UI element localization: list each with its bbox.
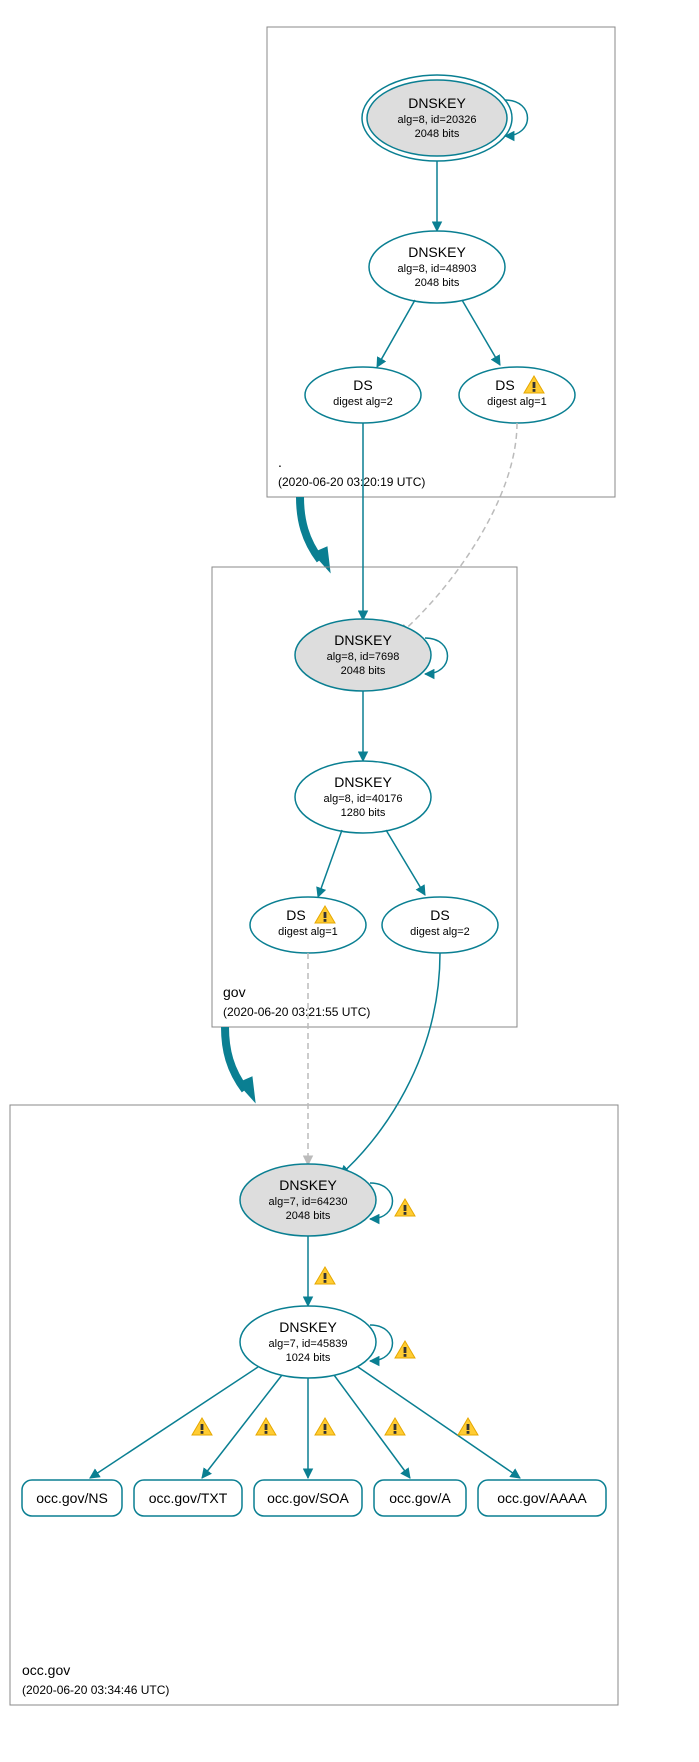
svg-text:alg=8, id=20326: alg=8, id=20326 — [398, 114, 477, 126]
warning-icon — [395, 1199, 415, 1216]
svg-text:DNSKEY: DNSKEY — [334, 632, 392, 648]
edge-gov-zsk-ds1 — [318, 830, 342, 897]
warning-icon — [192, 1418, 212, 1435]
svg-text:1280 bits: 1280 bits — [341, 807, 386, 819]
svg-text:alg=8, id=48903: alg=8, id=48903 — [398, 263, 477, 275]
zone-occ-label: occ.gov — [22, 1662, 70, 1678]
svg-text:digest alg=2: digest alg=2 — [410, 926, 470, 938]
svg-text:digest alg=1: digest alg=1 — [278, 926, 338, 938]
svg-text:2048 bits: 2048 bits — [415, 128, 460, 140]
root-ds2-node: DS digest alg=2 — [305, 367, 421, 423]
zone-root-label: . — [278, 454, 282, 470]
svg-text:digest alg=1: digest alg=1 — [487, 396, 547, 408]
edge-zsk-aaaa — [358, 1367, 520, 1478]
warning-icon — [458, 1418, 478, 1435]
edge-zsk-ns — [90, 1367, 258, 1478]
svg-text:2048 bits: 2048 bits — [286, 1210, 331, 1222]
warning-icon — [315, 1418, 335, 1435]
zone-gov-label: gov — [223, 984, 246, 1000]
edge-govds2-occksk — [340, 953, 440, 1175]
svg-text:DNSKEY: DNSKEY — [408, 95, 466, 111]
svg-text:DNSKEY: DNSKEY — [279, 1319, 337, 1335]
edge-root-zsk-ds2 — [377, 300, 415, 367]
warning-icon — [256, 1418, 276, 1435]
warning-icon — [385, 1418, 405, 1435]
zone-arrow-root-gov — [300, 497, 320, 560]
root-ksk-node: DNSKEY alg=8, id=20326 2048 bits — [362, 75, 512, 161]
gov-ksk-node: DNSKEY alg=8, id=7698 2048 bits — [295, 619, 431, 691]
svg-text:DS: DS — [495, 377, 514, 393]
svg-text:alg=8, id=7698: alg=8, id=7698 — [327, 651, 400, 663]
warning-icon — [315, 1267, 335, 1284]
svg-text:occ.gov/SOA: occ.gov/SOA — [267, 1490, 349, 1506]
rrset-a: occ.gov/A — [374, 1480, 466, 1516]
occ-zsk-node: DNSKEY alg=7, id=45839 1024 bits — [240, 1306, 376, 1378]
root-ds1-node: DS digest alg=1 — [459, 367, 575, 423]
zone-gov-timestamp: (2020-06-20 03:21:55 UTC) — [223, 1005, 370, 1019]
zone-arrow-gov-occ — [225, 1027, 245, 1090]
rrset-ns: occ.gov/NS — [22, 1480, 122, 1516]
svg-text:1024 bits: 1024 bits — [286, 1352, 331, 1364]
rrset-txt: occ.gov/TXT — [134, 1480, 242, 1516]
occ-ksk-node: DNSKEY alg=7, id=64230 2048 bits — [240, 1164, 376, 1236]
gov-zsk-node: DNSKEY alg=8, id=40176 1280 bits — [295, 761, 431, 833]
edge-gov-zsk-ds2 — [386, 830, 425, 895]
svg-text:DNSKEY: DNSKEY — [334, 774, 392, 790]
edge-ds1-govksk — [400, 423, 517, 634]
rrset-soa: occ.gov/SOA — [254, 1480, 362, 1516]
svg-text:2048 bits: 2048 bits — [415, 277, 460, 289]
svg-text:occ.gov/NS: occ.gov/NS — [36, 1490, 108, 1506]
zone-root-timestamp: (2020-06-20 03:20:19 UTC) — [278, 475, 425, 489]
svg-text:alg=7, id=64230: alg=7, id=64230 — [269, 1196, 348, 1208]
svg-text:2048 bits: 2048 bits — [341, 665, 386, 677]
svg-text:occ.gov/A: occ.gov/A — [389, 1490, 451, 1506]
svg-text:DNSKEY: DNSKEY — [408, 244, 466, 260]
svg-text:occ.gov/AAAA: occ.gov/AAAA — [497, 1490, 587, 1506]
rrset-aaaa: occ.gov/AAAA — [478, 1480, 606, 1516]
svg-text:DNSKEY: DNSKEY — [279, 1177, 337, 1193]
svg-text:DS: DS — [430, 907, 449, 923]
gov-ds1-node: DS digest alg=1 — [250, 897, 366, 953]
svg-text:alg=8, id=40176: alg=8, id=40176 — [324, 793, 403, 805]
svg-text:DS: DS — [286, 907, 305, 923]
zone-occ-timestamp: (2020-06-20 03:34:46 UTC) — [22, 1683, 169, 1697]
svg-text:alg=7, id=45839: alg=7, id=45839 — [269, 1338, 348, 1350]
svg-text:DS: DS — [353, 377, 372, 393]
gov-ds2-node: DS digest alg=2 — [382, 897, 498, 953]
edge-root-zsk-ds1 — [462, 300, 500, 365]
svg-text:occ.gov/TXT: occ.gov/TXT — [149, 1490, 228, 1506]
dnssec-graph: . (2020-06-20 03:20:19 UTC) DNSKEY alg=8… — [0, 0, 699, 1762]
svg-text:digest alg=2: digest alg=2 — [333, 396, 393, 408]
root-zsk-node: DNSKEY alg=8, id=48903 2048 bits — [369, 231, 505, 303]
warning-icon — [395, 1341, 415, 1358]
